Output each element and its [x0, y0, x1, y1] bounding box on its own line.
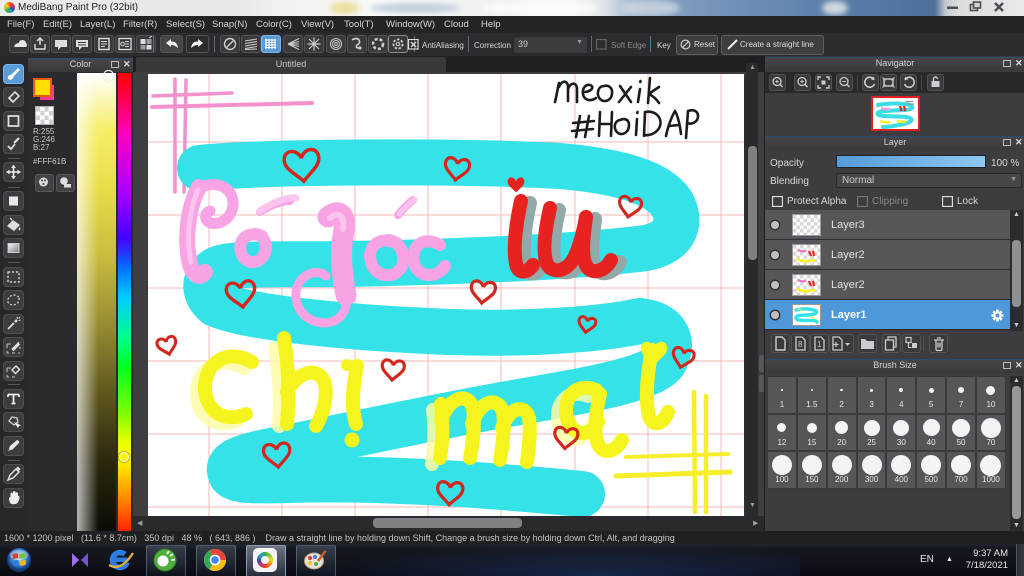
- svg-text:8: 8: [798, 340, 803, 349]
- svg-text:1: 1: [817, 340, 822, 349]
